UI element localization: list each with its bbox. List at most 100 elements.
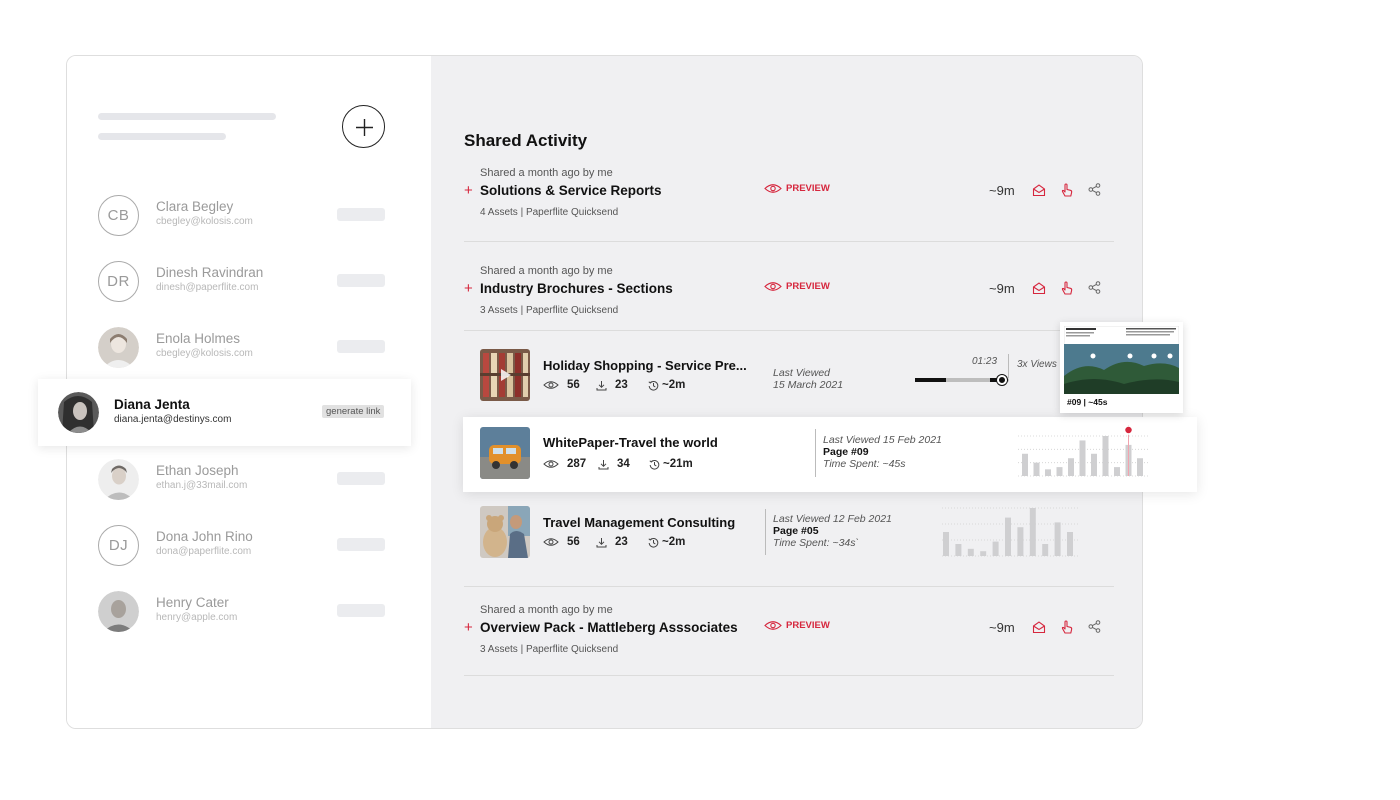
- asset-item-highlighted[interactable]: WhitePaper-Travel the world 287 34 ~21m …: [463, 417, 1197, 492]
- downloads-count: 23: [596, 379, 628, 391]
- selected-contact-card[interactable]: Diana Jenta diana.jenta@destinys.com gen…: [38, 379, 411, 446]
- avatar: DJ: [98, 525, 139, 566]
- divider: [464, 241, 1114, 242]
- contact-name: Diana Jenta: [114, 397, 190, 412]
- preview-button[interactable]: PREVIEW: [764, 183, 830, 194]
- person-photo-icon: [98, 327, 139, 368]
- contact-item[interactable]: Ethan Joseph ethan.j@33mail.com: [98, 459, 398, 503]
- chart-bar: [1079, 440, 1086, 476]
- person-photo-icon: [58, 392, 99, 433]
- page-number: Page #05: [773, 525, 819, 537]
- share-meta: Shared a month ago by me: [480, 604, 613, 616]
- contact-item[interactable]: DJ Dona John Rino dona@paperflite.com: [98, 525, 398, 569]
- share-assets: 3 Assets | Paperflite Quicksend: [480, 305, 619, 316]
- mail-open-icon[interactable]: [1032, 183, 1046, 197]
- contact-item[interactable]: Enola Holmes cbegley@kolosis.com: [98, 327, 398, 371]
- image-thumbnail-icon: [480, 506, 530, 558]
- contact-email: ethan.j@33mail.com: [156, 480, 248, 491]
- status-placeholder: [337, 340, 385, 353]
- contact-email: cbegley@kolosis.com: [156, 216, 253, 227]
- video-progress-bar[interactable]: [915, 375, 1009, 385]
- asset-thumbnail: [480, 349, 530, 401]
- progress-handle[interactable]: [997, 375, 1007, 385]
- history-icon: [649, 459, 660, 470]
- share-item[interactable]: Shared a month ago by me + Overview Pack…: [464, 604, 1114, 655]
- chart-bar: [1005, 517, 1011, 556]
- chart-bar: [1017, 527, 1024, 556]
- chart-bar: [1042, 544, 1049, 556]
- contact-name: Enola Holmes: [156, 331, 241, 346]
- share-title: Solutions & Service Reports: [480, 183, 662, 198]
- mail-open-icon[interactable]: [1032, 281, 1046, 295]
- expand-icon[interactable]: +: [464, 182, 473, 199]
- add-contact-button[interactable]: [342, 105, 385, 148]
- preview-button[interactable]: PREVIEW: [764, 620, 830, 631]
- chart-bar: [1033, 462, 1040, 476]
- contact-name: Henry Cater: [156, 595, 229, 610]
- chart-bar: [1029, 508, 1036, 556]
- page-title: Shared Activity: [464, 131, 588, 150]
- download-icon: [596, 380, 607, 390]
- contact-name: Dinesh Ravindran: [156, 265, 264, 280]
- page-preview-image: [1064, 326, 1179, 394]
- contact-name: Ethan Joseph: [156, 463, 239, 478]
- share-icon[interactable]: [1088, 620, 1101, 633]
- time-spent: ~21m: [649, 458, 693, 470]
- avatar: [58, 392, 99, 433]
- contact-email: diana.jenta@destinys.com: [114, 414, 232, 425]
- chart-bar: [1102, 436, 1109, 476]
- chart-bar: [980, 551, 987, 556]
- share-item[interactable]: Shared a month ago by me + Solutions & S…: [464, 167, 1114, 218]
- eye-icon: [764, 184, 782, 193]
- time-spent-label: Time Spent: ~34s`: [773, 537, 859, 549]
- contact-item[interactable]: DR Dinesh Ravindran dinesh@paperflite.co…: [98, 261, 398, 305]
- avatar: CB: [98, 195, 139, 236]
- expand-icon[interactable]: +: [464, 280, 473, 297]
- asset-item[interactable]: Travel Management Consulting 56 23 ~2m L…: [480, 506, 1100, 558]
- share-assets: 3 Assets | Paperflite Quicksend: [480, 644, 619, 655]
- share-assets: 4 Assets | Paperflite Quicksend: [480, 207, 619, 218]
- chart-bar: [1022, 453, 1028, 476]
- expand-icon[interactable]: +: [464, 619, 473, 636]
- contact-email: dinesh@paperflite.com: [156, 282, 259, 293]
- chart-marker[interactable]: [1123, 425, 1134, 435]
- asset-item[interactable]: Holiday Shopping - Service Pre... 56 23 …: [480, 349, 1040, 401]
- page-preview-popup: #09 | ~45s: [1060, 322, 1183, 413]
- share-item[interactable]: Shared a month ago by me + Industry Broc…: [464, 265, 1114, 316]
- views-label: 3x Views: [1017, 359, 1057, 370]
- hand-pointer-icon[interactable]: [1060, 281, 1074, 296]
- divider: [464, 675, 1114, 676]
- avatar: [98, 327, 139, 368]
- time-spent: ~2m: [648, 536, 685, 548]
- share-meta: Shared a month ago by me: [480, 265, 613, 277]
- history-icon: [648, 380, 659, 391]
- chart-bar: [1067, 532, 1073, 556]
- plus-icon: [356, 119, 373, 136]
- contact-email: cbegley@kolosis.com: [156, 348, 253, 359]
- eye-icon: [764, 621, 782, 630]
- share-meta: Shared a month ago by me: [480, 167, 613, 179]
- eye-icon: [764, 282, 782, 291]
- video-time: 01:23: [972, 356, 998, 367]
- share-time: ~9m: [989, 281, 1015, 296]
- share-icon[interactable]: [1088, 183, 1101, 196]
- page-number: Page #09: [823, 446, 869, 458]
- hand-pointer-icon[interactable]: [1060, 620, 1074, 635]
- chart-bar: [943, 532, 949, 556]
- progress-played: [915, 378, 946, 382]
- page-time-chart: [940, 507, 1080, 557]
- views-count: 56: [543, 536, 580, 548]
- separator: [815, 429, 816, 477]
- contact-item[interactable]: CB Clara Begley cbegley@kolosis.com: [98, 195, 398, 239]
- share-icon[interactable]: [1088, 281, 1101, 294]
- generate-link-button[interactable]: generate link: [322, 405, 385, 418]
- contact-email: dona@paperflite.com: [156, 546, 252, 557]
- status-placeholder: [337, 604, 385, 617]
- preview-button[interactable]: PREVIEW: [764, 281, 830, 292]
- share-time: ~9m: [989, 620, 1015, 635]
- contact-item[interactable]: Henry Cater henry@apple.com: [98, 591, 398, 635]
- hand-pointer-icon[interactable]: [1060, 183, 1074, 198]
- mail-open-icon[interactable]: [1032, 620, 1046, 634]
- divider: [464, 586, 1114, 587]
- chart-bar: [1045, 469, 1051, 476]
